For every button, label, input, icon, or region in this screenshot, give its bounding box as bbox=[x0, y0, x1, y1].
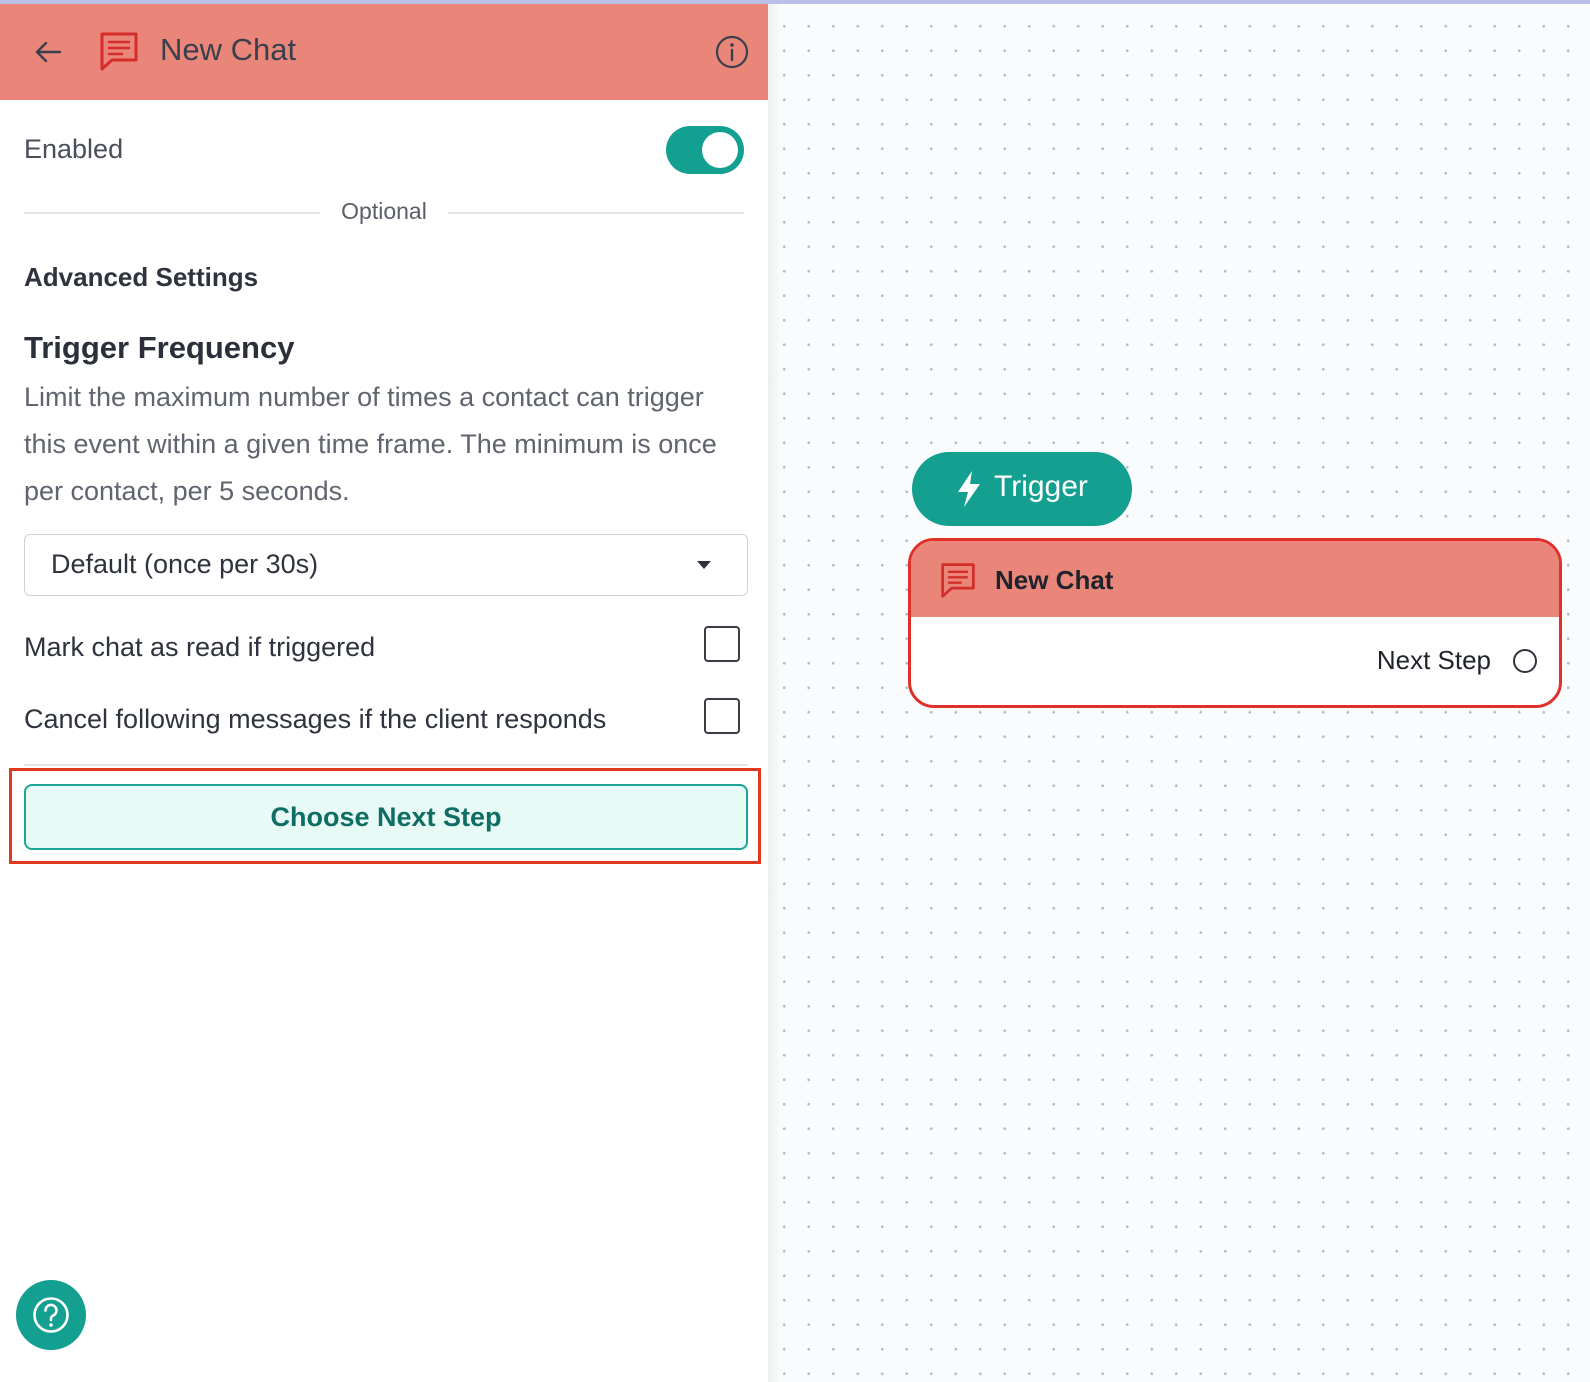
trigger-frequency-description: Limit the maximum number of times a cont… bbox=[24, 382, 717, 506]
dropdown-caret-icon bbox=[697, 561, 711, 569]
cancel-messages-checkbox[interactable] bbox=[704, 698, 740, 734]
panel-header: New Chat bbox=[0, 4, 768, 100]
trigger-frequency-title: Trigger Frequency bbox=[24, 330, 295, 365]
info-icon[interactable] bbox=[714, 34, 750, 70]
enabled-row: Enabled bbox=[24, 124, 744, 180]
next-step-output-label: Next Step bbox=[1376, 645, 1491, 675]
new-chat-node[interactable]: New Chat Next Step bbox=[908, 538, 1562, 708]
advanced-settings-heading: Advanced Settings bbox=[24, 262, 259, 292]
toggle-knob bbox=[702, 132, 738, 168]
node-header: New Chat bbox=[911, 541, 1559, 617]
cancel-messages-row: Cancel following messages if the client … bbox=[24, 698, 744, 742]
back-arrow-icon bbox=[35, 41, 62, 63]
canvas-edge-shadow bbox=[768, 4, 780, 1382]
trigger-label: Trigger bbox=[994, 470, 1088, 503]
enabled-toggle[interactable] bbox=[666, 126, 744, 174]
back-button[interactable] bbox=[28, 32, 68, 72]
choose-next-step-label: Choose Next Step bbox=[270, 801, 502, 832]
chat-icon bbox=[941, 563, 975, 598]
select-value: Default (once per 30s) bbox=[51, 549, 319, 579]
chat-icon bbox=[100, 32, 138, 71]
mark-read-checkbox[interactable] bbox=[704, 626, 740, 662]
choose-next-step-button[interactable]: Choose Next Step bbox=[24, 784, 748, 850]
next-step-port[interactable] bbox=[1513, 649, 1537, 673]
cancel-messages-label: Cancel following messages if the client … bbox=[24, 704, 607, 734]
lightning-bolt-icon bbox=[958, 471, 980, 507]
section-divider bbox=[24, 764, 748, 766]
trigger-frequency-select[interactable]: Default (once per 30s) bbox=[24, 534, 748, 596]
divider-line-right bbox=[448, 212, 744, 214]
mark-read-label: Mark chat as read if triggered bbox=[24, 632, 376, 662]
enabled-label: Enabled bbox=[24, 134, 124, 164]
page-title: New Chat bbox=[160, 32, 297, 67]
settings-panel: New Chat Enabled Optional Advanced Setti… bbox=[0, 4, 768, 1382]
optional-divider: Optional bbox=[24, 196, 744, 226]
mark-read-row: Mark chat as read if triggered bbox=[24, 626, 744, 670]
node-title: New Chat bbox=[995, 565, 1114, 595]
help-icon bbox=[33, 1297, 69, 1333]
help-button[interactable] bbox=[16, 1280, 86, 1350]
trigger-node[interactable]: Trigger bbox=[912, 452, 1132, 526]
